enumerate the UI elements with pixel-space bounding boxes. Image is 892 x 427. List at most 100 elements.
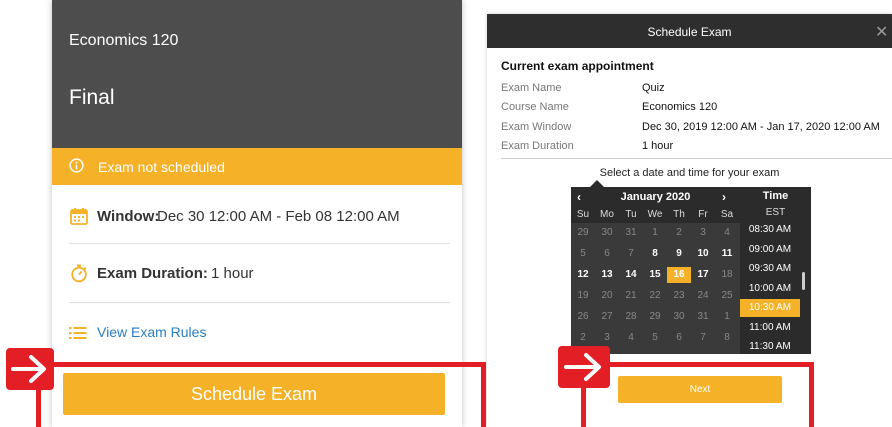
info-icon (69, 158, 84, 173)
exam-title: Final (69, 86, 115, 109)
view-exam-rules-link[interactable]: View Exam Rules (69, 322, 269, 344)
exam-duration-row: Exam Duration: 1 hour (69, 263, 452, 285)
stopwatch-icon (71, 264, 87, 283)
calendar-day[interactable]: 25 (715, 288, 739, 304)
calendar-day[interactable]: 19 (571, 288, 595, 304)
weekday-label: Fr (698, 209, 708, 220)
calendar-day[interactable]: 4 (619, 330, 643, 346)
exam-card-header: Economics 120 Final (52, 0, 462, 148)
exam-window-row: Window: Dec 30 12:00 AM - Feb 08 12:00 A… (69, 206, 452, 228)
calendar-day[interactable]: 13 (595, 267, 619, 283)
calendar-day[interactable]: 6 (595, 246, 619, 262)
calendar-day[interactable]: 18 (715, 267, 739, 283)
calendar-day[interactable]: 29 (571, 225, 595, 241)
list-icon (69, 327, 87, 339)
calendar-day[interactable]: 5 (643, 330, 667, 346)
calendar-day[interactable]: 7 (619, 246, 643, 262)
duration-label: Exam Duration: (97, 265, 208, 282)
calendar-day[interactable]: 8 (643, 246, 667, 262)
calendar-day[interactable]: 1 (715, 309, 739, 325)
right-arrow-badge (558, 346, 610, 388)
calendar-day[interactable]: 31 (619, 225, 643, 241)
calendar-day[interactable]: 29 (643, 309, 667, 325)
next-button[interactable]: Next (618, 376, 782, 403)
weekday-label: Su (576, 209, 590, 220)
calendar-day[interactable]: 8 (715, 330, 739, 346)
time-slot[interactable]: 09:30 AM (740, 260, 800, 278)
calendar-day[interactable]: 3 (595, 330, 619, 346)
divider (69, 302, 450, 303)
course-name-value: Economics 120 (642, 101, 718, 113)
left-arrow-badge (6, 348, 54, 390)
calendar-day[interactable]: 3 (691, 225, 715, 241)
divider (69, 243, 450, 244)
window-label: Window: (97, 208, 160, 225)
calendar-icon (70, 208, 88, 225)
date-picker: ‹ January 2020 › Su Mo Tu We Th Fr Sa 29 30 31 1 2… (571, 187, 740, 354)
calendar-day[interactable]: 24 (691, 288, 715, 304)
course-name-label: Course Name (501, 101, 569, 113)
exam-window-label: Exam Window (501, 121, 572, 133)
calendar-day[interactable]: 11 (715, 246, 739, 262)
time-slot[interactable]: 09:00 AM (740, 241, 800, 259)
time-slot[interactable]: 11:30 AM (740, 338, 800, 354)
calendar-day[interactable]: 12 (571, 267, 595, 283)
status-text: Exam not scheduled (98, 159, 225, 175)
popover-arrow (590, 180, 604, 187)
calendar-day[interactable]: 15 (643, 267, 667, 283)
exam-duration-label: Exam Duration (501, 140, 574, 152)
dialog-title: Schedule Exam (647, 25, 732, 39)
calendar-day[interactable]: 26 (571, 309, 595, 325)
arrow-right-icon (564, 353, 601, 381)
arrow-right-icon (11, 355, 46, 383)
calendar-day[interactable]: 9 (667, 246, 691, 262)
schedule-exam-button[interactable]: Schedule Exam (63, 373, 445, 415)
calendar-day[interactable]: 22 (643, 288, 667, 304)
exam-duration-value: 1 hour (642, 140, 674, 152)
exam-name-label: Exam Name (501, 82, 562, 94)
calendar-day[interactable]: 31 (691, 309, 715, 325)
time-slot[interactable]: 11:00 AM (740, 319, 800, 337)
course-title: Economics 120 (69, 32, 179, 49)
time-title: Time (762, 190, 789, 202)
calendar-day[interactable]: 23 (667, 288, 691, 304)
calendar-day[interactable]: 21 (619, 288, 643, 304)
weekday-label: Tu (625, 209, 637, 220)
time-picker: Time EST 08:30 AM 09:00 AM 09:30 AM 10:00 A… (740, 187, 811, 354)
calendar-day[interactable]: 1 (643, 225, 667, 241)
calendar-day[interactable]: 14 (619, 267, 643, 283)
calendar-day[interactable]: 2 (667, 225, 691, 241)
time-slot[interactable]: 10:30 AM (740, 299, 800, 317)
calendar-day[interactable]: 2 (571, 330, 595, 346)
calendar-day[interactable]: 4 (715, 225, 739, 241)
calendar-header: ‹ January 2020 › (571, 187, 740, 207)
timezone-label: EST (765, 207, 786, 218)
calendar-day[interactable]: 5 (571, 246, 595, 262)
calendar-month: January 2020 (620, 191, 691, 203)
calendar-day[interactable]: 17 (691, 267, 715, 283)
rules-link-label: View Exam Rules (97, 324, 207, 340)
calendar-day[interactable]: 30 (595, 225, 619, 241)
calendar-day[interactable]: 28 (619, 309, 643, 325)
time-slot[interactable]: 10:00 AM (740, 280, 800, 298)
calendar-day[interactable]: 7 (691, 330, 715, 346)
weekday-label: Sa (720, 209, 734, 220)
time-slot[interactable]: 08:30 AM (740, 221, 800, 239)
select-prompt: Select a date and time for your exam (599, 167, 780, 179)
close-icon[interactable]: ✕ (875, 22, 888, 42)
weekday-row: Su Mo Tu We Th Fr Sa (571, 207, 740, 223)
appointment-heading: Current exam appointment (501, 59, 654, 73)
calendar-day[interactable]: 27 (595, 309, 619, 325)
weekday-label: Th (673, 209, 685, 220)
next-month-icon[interactable]: › (722, 190, 726, 204)
exam-window-value: Dec 30, 2019 12:00 AM - Jan 17, 2020 12:… (642, 121, 880, 133)
calendar-day[interactable]: 10 (691, 246, 715, 262)
calendar-day[interactable]: 6 (667, 330, 691, 346)
calendar-day[interactable]: 16 (667, 267, 691, 283)
window-value: Dec 30 12:00 AM - Feb 08 12:00 AM (157, 208, 400, 225)
calendar-day[interactable]: 30 (667, 309, 691, 325)
duration-value: 1 hour (211, 265, 254, 282)
calendar-day[interactable]: 20 (595, 288, 619, 304)
weekday-label: Mo (600, 209, 614, 220)
time-scrollbar[interactable] (802, 272, 805, 290)
